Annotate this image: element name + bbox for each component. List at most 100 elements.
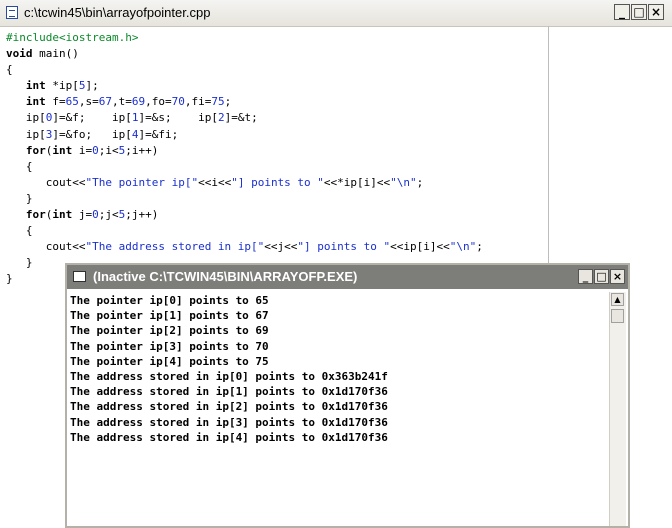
code-token: j=: [72, 208, 93, 222]
console-output: The pointer ip[0] points to 65 The pointe…: [69, 292, 607, 445]
code-line: void main(): [6, 46, 483, 62]
editor-title: c:\tcwin45\bin\arrayofpointer.cpp: [24, 5, 211, 20]
code-token: <<j<<: [264, 240, 298, 254]
code-token: ip[: [6, 127, 46, 141]
editor-margin-line: [548, 26, 549, 266]
console-output-line: The pointer ip[2] points to 69: [70, 324, 269, 338]
code-line: }: [6, 191, 483, 207]
console-title: (Inactive C:\TCWIN45\BIN\ARRAYOFP.EXE): [93, 269, 358, 284]
editor-maximize-button[interactable]: □: [631, 4, 647, 20]
console-output-line: The pointer ip[3] points to 70: [70, 339, 269, 353]
code-token: 70: [171, 95, 185, 109]
code-token: 67: [98, 95, 112, 109]
code-token: int: [25, 95, 46, 109]
console-output-line: The address stored in ip[4] points to 0x…: [70, 430, 388, 444]
code-token: "\n": [449, 240, 477, 254]
code-line: int *ip[5];: [6, 78, 483, 94]
code-token: ];: [85, 79, 99, 93]
code-token: 2: [217, 111, 225, 125]
editor-close-button[interactable]: ×: [648, 4, 664, 20]
code-token: ;i<: [98, 143, 119, 157]
console-output-line: The pointer ip[4] points to 75: [70, 354, 269, 368]
code-token: ;j<: [98, 208, 119, 222]
code-token: ;: [416, 175, 424, 189]
code-token: main(): [32, 47, 79, 61]
code-token: ,s=: [78, 95, 99, 109]
console-maximize-button[interactable]: □: [594, 269, 609, 284]
code-line: ip[3]=&fo; ip[4]=&fi;: [6, 127, 483, 143]
code-token: 75: [211, 95, 225, 109]
scrollbar-thumb[interactable]: [611, 309, 624, 323]
code-token: cout<<: [6, 175, 86, 189]
console-output-line: The address stored in ip[2] points to 0x…: [70, 400, 388, 414]
code-token: 0: [92, 208, 99, 222]
code-line: cout<<"The pointer ip["<<i<<"] points to…: [6, 175, 483, 191]
console-output-line: The address stored in ip[3] points to 0x…: [70, 415, 388, 429]
code-token: cout<<: [6, 240, 86, 254]
code-token: }: [6, 256, 33, 270]
code-token: ;: [224, 95, 232, 109]
console-output-line: The pointer ip[0] points to 65: [70, 294, 269, 307]
console-close-button[interactable]: ×: [610, 269, 625, 284]
code-token: void: [6, 47, 33, 61]
console-output-line: The address stored in ip[0] points to 0x…: [70, 370, 388, 384]
code-line: ip[0]=&f; ip[1]=&s; ip[2]=&t;: [6, 110, 483, 126]
code-token: 5: [78, 79, 86, 93]
console-scrollbar[interactable]: ▲: [609, 292, 626, 526]
console-output-line: The address stored in ip[1] points to 0x…: [70, 385, 388, 399]
code-line: cout<<"The address stored in ip["<<j<<"]…: [6, 239, 483, 255]
code-token: ]=&f; ip[: [52, 111, 132, 125]
code-token: *ip[: [45, 79, 79, 93]
code-token: 65: [65, 95, 79, 109]
code-line: for(int j=0;j<5;j++): [6, 207, 483, 223]
console-title-bar[interactable]: (Inactive C:\TCWIN45\BIN\ARRAYOFP.EXE) _…: [67, 265, 628, 289]
console-minimize-button[interactable]: _: [578, 269, 593, 284]
code-token: ;: [476, 240, 483, 254]
code-token: {: [6, 63, 13, 77]
code-token: "] points to ": [297, 240, 391, 254]
code-token: int: [25, 79, 46, 93]
editor-title-bar[interactable]: c:\tcwin45\bin\arrayofpointer.cpp _ □ ×: [0, 0, 672, 27]
editor-minimize-button[interactable]: _: [614, 4, 630, 20]
code-token: ip[: [6, 111, 46, 125]
code-token: for: [25, 143, 46, 157]
code-token: "The address stored in ip[": [85, 240, 265, 254]
code-editor[interactable]: #include<iostream.h> void main(){ int *ip…: [6, 30, 483, 288]
console-window-icon: [73, 271, 86, 282]
code-token: ]=&fo; ip[: [52, 127, 132, 141]
code-token: "] points to ": [231, 175, 324, 189]
code-token: 69: [131, 95, 146, 109]
code-token: }: [6, 272, 13, 286]
code-token: {: [6, 159, 33, 173]
code-line: {: [6, 159, 483, 175]
console-window[interactable]: (Inactive C:\TCWIN45\BIN\ARRAYOFP.EXE) _…: [65, 263, 630, 528]
code-token: ]=&t;: [224, 111, 258, 125]
code-token: <<i<<: [198, 175, 232, 189]
code-token: }: [6, 191, 33, 205]
code-token: <<*ip[i]<<: [323, 175, 391, 189]
code-token: ,t=: [112, 95, 132, 109]
code-token: {: [6, 224, 33, 238]
code-token: ]=&s; ip[: [138, 111, 218, 125]
code-token: <<ip[i]<<: [390, 240, 450, 254]
code-token: ,fi=: [184, 95, 212, 109]
code-token: "The pointer ip[": [85, 175, 199, 189]
code-token: f=: [45, 95, 66, 109]
code-token: "\n": [390, 175, 417, 189]
code-line: {: [6, 223, 483, 239]
code-token: for: [25, 208, 46, 222]
code-token: ;j++): [125, 208, 159, 222]
code-line: {: [6, 62, 483, 78]
console-output-area: The pointer ip[0] points to 65 The pointe…: [69, 292, 607, 528]
code-line: #include<iostream.h>: [6, 30, 483, 46]
code-token: int: [52, 208, 73, 222]
code-token: i=: [72, 143, 93, 157]
code-line: int f=65,s=67,t=69,fo=70,fi=75;: [6, 94, 483, 110]
code-token: ;i++): [125, 143, 159, 157]
document-icon: [6, 6, 18, 19]
scroll-up-arrow-icon[interactable]: ▲: [611, 293, 624, 306]
